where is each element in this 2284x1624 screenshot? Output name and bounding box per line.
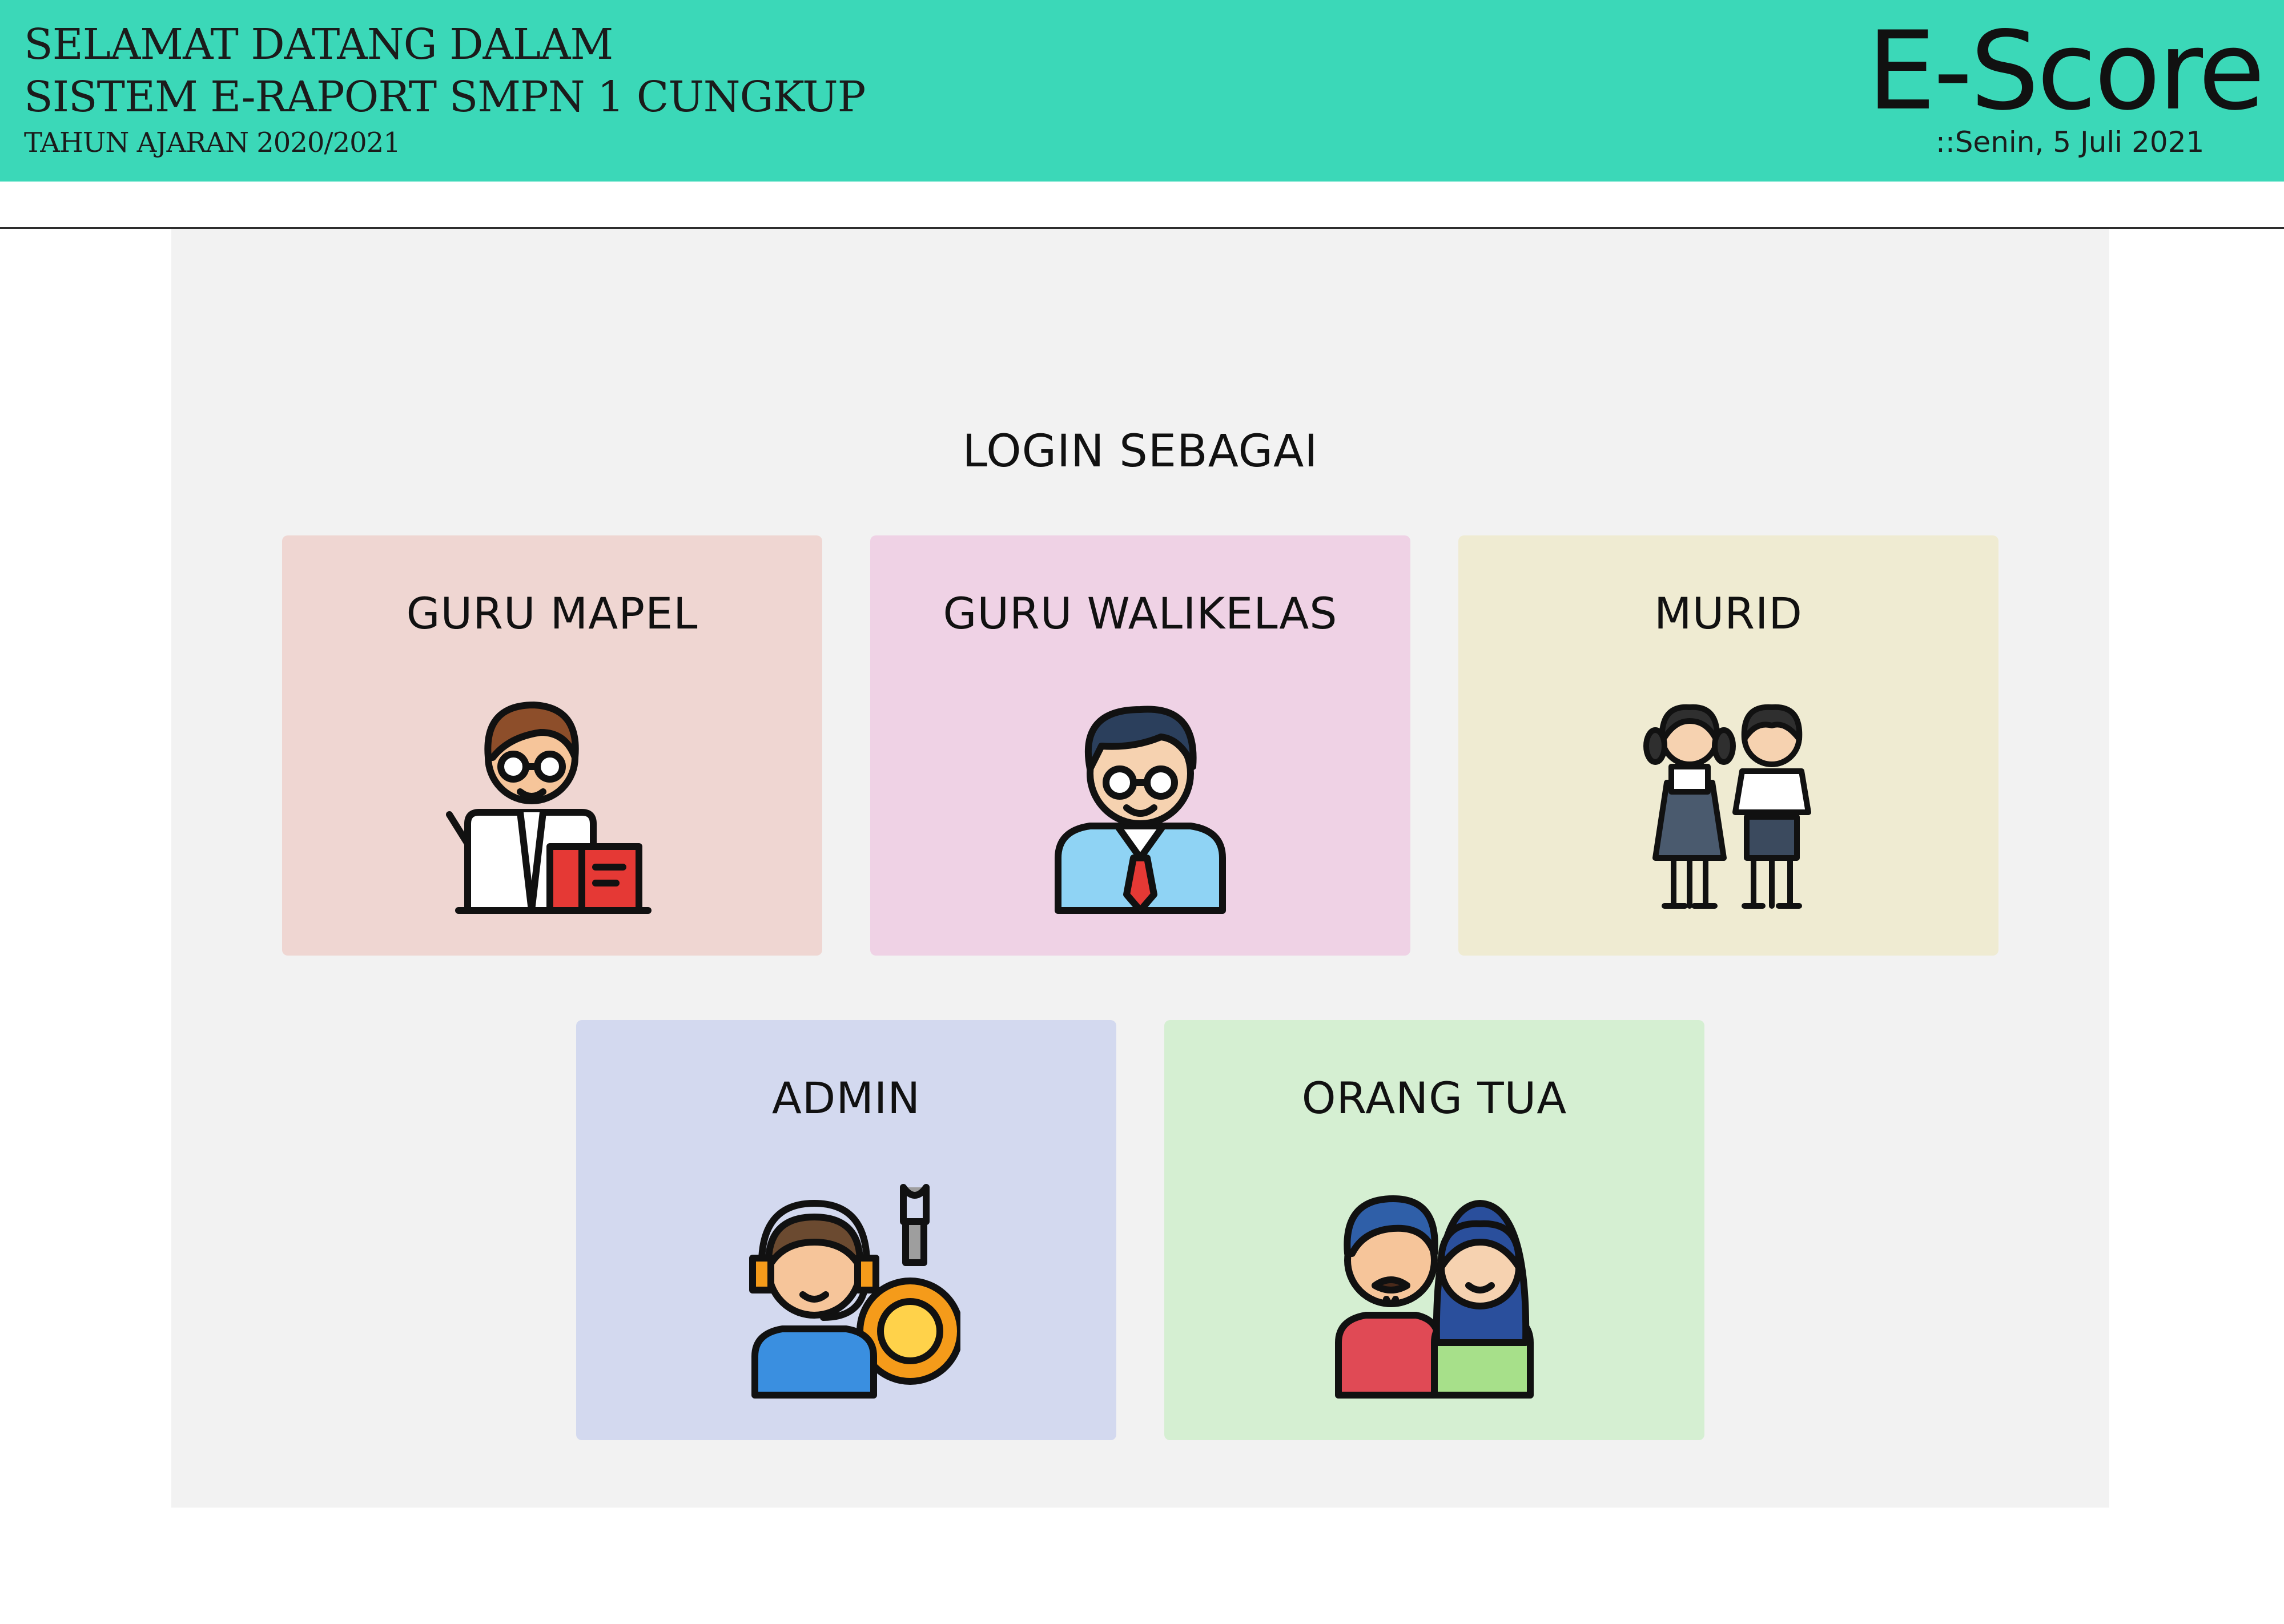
students-icon xyxy=(1614,687,1843,915)
card-label: ORANG TUA xyxy=(1301,1073,1567,1123)
parents-icon xyxy=(1320,1171,1549,1400)
login-card-guru-walikelas[interactable]: GURU WALIKELAS xyxy=(870,535,1410,956)
brand-logo-text: E-Score xyxy=(1867,8,2265,134)
current-date: ::Senin, 5 Juli 2021 xyxy=(1936,126,2205,159)
welcome-line-2: SISTEM E-RAPORT SMPN 1 CUNGKUP xyxy=(24,72,866,122)
school-year: TAHUN AJARAN 2020/2021 xyxy=(24,127,401,159)
welcome-line-1: SELAMAT DATANG DALAM xyxy=(24,20,613,69)
card-label: GURU MAPEL xyxy=(406,588,698,639)
login-panel: LOGIN SEBAGAI GURU MAPEL GURU WALIKELAS … xyxy=(171,229,2109,1508)
login-title: LOGIN SEBAGAI xyxy=(962,426,1318,477)
admin-support-icon xyxy=(732,1171,960,1400)
teacher-icon xyxy=(438,687,666,915)
homeroom-teacher-icon xyxy=(1026,687,1254,915)
card-label: ADMIN xyxy=(771,1073,921,1123)
login-card-guru-mapel[interactable]: GURU MAPEL xyxy=(282,535,822,956)
card-label: GURU WALIKELAS xyxy=(943,588,1338,639)
login-card-admin[interactable]: ADMIN xyxy=(576,1020,1116,1440)
login-card-murid[interactable]: MURID xyxy=(1458,535,1998,956)
welcome-text: SELAMAT DATANG DALAM SISTEM E-RAPORT SMP… xyxy=(24,18,866,123)
card-label: MURID xyxy=(1654,588,1803,639)
header-bar: SELAMAT DATANG DALAM SISTEM E-RAPORT SMP… xyxy=(0,0,2284,182)
login-card-orang-tua[interactable]: ORANG TUA xyxy=(1164,1020,1704,1440)
